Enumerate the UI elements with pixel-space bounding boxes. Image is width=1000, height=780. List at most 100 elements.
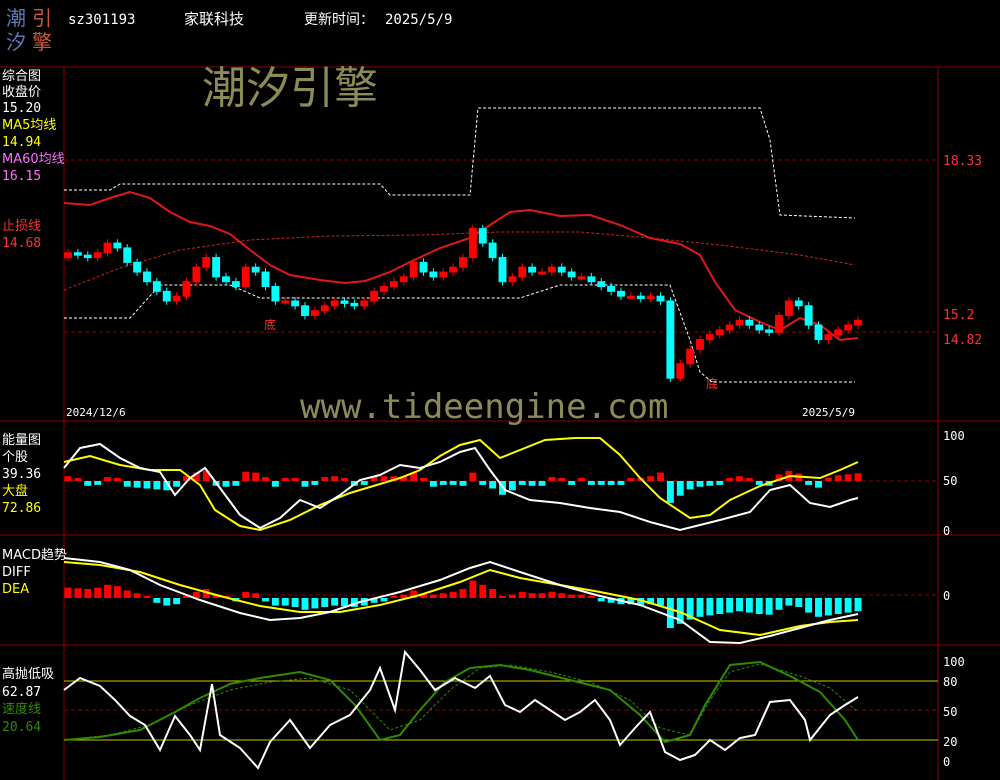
stop-label: 止损线: [2, 219, 41, 234]
candle: [380, 286, 388, 292]
tide-axis-label: 20: [943, 735, 957, 749]
speed-line-dashed: [63, 663, 859, 741]
candle: [538, 271, 546, 275]
candle: [449, 266, 458, 273]
energy-bar: [617, 481, 625, 485]
energy-bar: [489, 481, 497, 489]
candle: [686, 348, 695, 365]
macd-bar: [518, 591, 526, 598]
ma5-value: 14.94: [2, 135, 41, 150]
bottom-marker: 底: [264, 317, 276, 332]
macd-bar: [262, 598, 269, 602]
candle: [389, 281, 398, 288]
energy-bar: [331, 476, 339, 481]
candle: [814, 324, 823, 341]
tide-axis-label: 100: [943, 655, 965, 669]
candle: [350, 302, 359, 307]
candle: [824, 334, 833, 341]
logo-char: 潮: [6, 6, 26, 30]
logo: 潮 引 汐 擎: [6, 6, 52, 54]
candle: [370, 290, 379, 302]
energy-bar: [429, 481, 437, 487]
candle: [291, 300, 300, 307]
macd-bar: [252, 593, 260, 598]
energy-bar: [232, 481, 240, 486]
stock-code: sz301193: [68, 12, 135, 28]
candle: [172, 295, 181, 302]
energy-bar: [173, 481, 181, 487]
candle: [468, 228, 477, 259]
candle: [152, 281, 161, 292]
macd-bar: [696, 598, 704, 617]
date-start: 2024/12/6: [66, 406, 126, 419]
candles: [64, 224, 862, 383]
tide-axis-label: 80: [943, 675, 957, 689]
axis-label-close: 15.2: [943, 308, 974, 323]
macd-bar: [489, 589, 497, 598]
energy-bar: [745, 478, 753, 481]
candle: [93, 252, 102, 259]
macd-bar: [755, 598, 763, 614]
energy-bar: [805, 481, 813, 485]
energy-bar: [696, 481, 704, 487]
energy-bar: [291, 478, 299, 481]
macd-bar: [439, 593, 447, 598]
candle: [360, 300, 369, 307]
candle: [162, 290, 171, 302]
energy-bar: [716, 481, 724, 485]
macd-bar: [281, 598, 289, 606]
energy-bar: [341, 478, 348, 481]
energy-bar: [123, 481, 131, 487]
ma60-label: MA60均线: [2, 152, 65, 167]
macd-title: MACD趋势: [2, 547, 67, 563]
stock-energy-line: [63, 442, 859, 532]
tide-axis-label: 0: [943, 755, 950, 769]
grid-lines: [64, 159, 938, 596]
candle: [459, 257, 467, 268]
ma60-value: 16.15: [2, 169, 41, 184]
energy-bar: [64, 476, 72, 481]
main-title: 综合图: [2, 69, 41, 84]
energy-bar: [706, 481, 714, 486]
candle: [251, 266, 260, 273]
energy-bar: [360, 481, 368, 485]
candle: [143, 271, 151, 283]
stock-value: 39.36: [2, 467, 41, 482]
candle: [73, 252, 82, 256]
candle: [340, 300, 349, 304]
macd-bar: [706, 598, 714, 616]
candle: [399, 276, 408, 283]
energy-bar: [844, 474, 852, 481]
macd-bar: [726, 598, 734, 613]
candle: [557, 266, 566, 273]
macd-bar: [429, 594, 437, 598]
candle: [794, 300, 803, 307]
energy-bar: [508, 481, 516, 491]
macd-bar: [775, 598, 783, 610]
candle: [103, 242, 112, 254]
energy-bar: [647, 476, 655, 481]
tide-axis: 100 80 50 20 0: [943, 655, 965, 769]
energy-bar: [94, 481, 102, 485]
candle: [844, 324, 853, 331]
candle: [676, 363, 685, 379]
candle: [330, 300, 339, 307]
stock-label: 个股: [2, 450, 28, 465]
energy-bar: [548, 477, 556, 481]
macd-bar: [113, 586, 121, 598]
energy-bar: [736, 476, 743, 481]
macd-bar: [736, 598, 743, 612]
energy-bar: [666, 481, 674, 503]
macd-bar: [795, 598, 803, 607]
diff-label: DIFF: [2, 565, 31, 580]
energy-bar: [74, 478, 82, 481]
macd-bar: [666, 598, 674, 628]
macd-bar: [805, 598, 813, 613]
candle: [133, 261, 142, 273]
macd-bar: [143, 596, 151, 598]
macd-bar: [785, 598, 793, 606]
macd-bar: [311, 598, 319, 609]
macd-bar: [74, 588, 82, 598]
macd-bar: [123, 590, 131, 598]
energy-bar: [104, 477, 111, 481]
